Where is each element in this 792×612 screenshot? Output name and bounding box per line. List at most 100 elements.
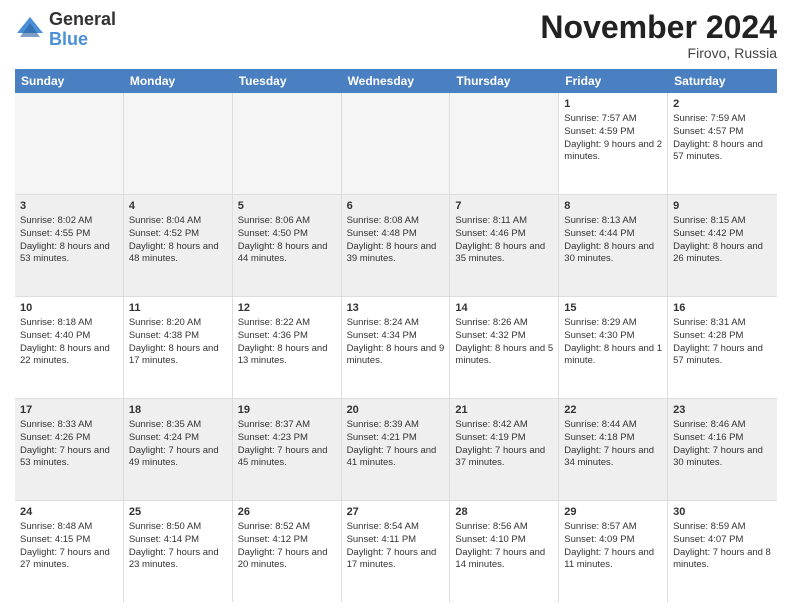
sunrise-text: Sunrise: 8:08 AM <box>347 215 419 226</box>
sunset-text: Sunset: 4:30 PM <box>564 330 634 341</box>
day-number: 14 <box>455 301 553 316</box>
calendar-cell-r4-c4: 20Sunrise: 8:39 AMSunset: 4:21 PMDayligh… <box>342 399 451 500</box>
title-area: November 2024 Firovo, Russia <box>540 10 777 61</box>
daylight-text: Daylight: 7 hours and 37 minutes. <box>455 445 545 469</box>
sunrise-text: Sunrise: 8:26 AM <box>455 317 527 328</box>
sunset-text: Sunset: 4:36 PM <box>238 330 308 341</box>
sunrise-text: Sunrise: 8:56 AM <box>455 521 527 532</box>
calendar-cell-r3-c2: 11Sunrise: 8:20 AMSunset: 4:38 PMDayligh… <box>124 297 233 398</box>
sunrise-text: Sunrise: 8:20 AM <box>129 317 201 328</box>
day-number: 26 <box>238 505 336 520</box>
calendar-row-4: 17Sunrise: 8:33 AMSunset: 4:26 PMDayligh… <box>15 399 777 501</box>
daylight-text: Daylight: 7 hours and 57 minutes. <box>673 343 763 367</box>
calendar-header: Sunday Monday Tuesday Wednesday Thursday… <box>15 69 777 93</box>
day-number: 22 <box>564 403 662 418</box>
sunrise-text: Sunrise: 8:15 AM <box>673 215 745 226</box>
day-number: 3 <box>20 199 118 214</box>
daylight-text: Daylight: 8 hours and 30 minutes. <box>564 241 654 265</box>
daylight-text: Daylight: 8 hours and 53 minutes. <box>20 241 110 265</box>
calendar-row-2: 3Sunrise: 8:02 AMSunset: 4:55 PMDaylight… <box>15 195 777 297</box>
month-title: November 2024 <box>540 10 777 45</box>
sunset-text: Sunset: 4:07 PM <box>673 534 743 545</box>
sunset-text: Sunset: 4:46 PM <box>455 228 525 239</box>
sunrise-text: Sunrise: 8:39 AM <box>347 419 419 430</box>
sunrise-text: Sunrise: 8:06 AM <box>238 215 310 226</box>
daylight-text: Daylight: 8 hours and 39 minutes. <box>347 241 437 265</box>
calendar-cell-r4-c7: 23Sunrise: 8:46 AMSunset: 4:16 PMDayligh… <box>668 399 777 500</box>
sunrise-text: Sunrise: 8:57 AM <box>564 521 636 532</box>
sunset-text: Sunset: 4:28 PM <box>673 330 743 341</box>
daylight-text: Daylight: 8 hours and 48 minutes. <box>129 241 219 265</box>
sunrise-text: Sunrise: 8:31 AM <box>673 317 745 328</box>
day-number: 8 <box>564 199 662 214</box>
sunrise-text: Sunrise: 8:04 AM <box>129 215 201 226</box>
day-number: 29 <box>564 505 662 520</box>
logo-general-text: General <box>49 9 116 29</box>
calendar-cell-r3-c3: 12Sunrise: 8:22 AMSunset: 4:36 PMDayligh… <box>233 297 342 398</box>
day-number: 18 <box>129 403 227 418</box>
calendar-cell-r4-c5: 21Sunrise: 8:42 AMSunset: 4:19 PMDayligh… <box>450 399 559 500</box>
calendar-cell-r2-c7: 9Sunrise: 8:15 AMSunset: 4:42 PMDaylight… <box>668 195 777 296</box>
calendar-cell-r4-c2: 18Sunrise: 8:35 AMSunset: 4:24 PMDayligh… <box>124 399 233 500</box>
daylight-text: Daylight: 8 hours and 17 minutes. <box>129 343 219 367</box>
daylight-text: Daylight: 7 hours and 30 minutes. <box>673 445 763 469</box>
calendar-cell-r4-c1: 17Sunrise: 8:33 AMSunset: 4:26 PMDayligh… <box>15 399 124 500</box>
calendar-cell-r2-c6: 8Sunrise: 8:13 AMSunset: 4:44 PMDaylight… <box>559 195 668 296</box>
sunset-text: Sunset: 4:57 PM <box>673 126 743 137</box>
daylight-text: Daylight: 7 hours and 20 minutes. <box>238 547 328 571</box>
daylight-text: Daylight: 7 hours and 8 minutes. <box>673 547 771 571</box>
day-number: 12 <box>238 301 336 316</box>
sunset-text: Sunset: 4:42 PM <box>673 228 743 239</box>
sunset-text: Sunset: 4:34 PM <box>347 330 417 341</box>
day-number: 1 <box>564 97 662 112</box>
day-number: 21 <box>455 403 553 418</box>
sunrise-text: Sunrise: 8:50 AM <box>129 521 201 532</box>
sunrise-text: Sunrise: 7:59 AM <box>673 113 745 124</box>
daylight-text: Daylight: 7 hours and 34 minutes. <box>564 445 654 469</box>
calendar-cell-r5-c3: 26Sunrise: 8:52 AMSunset: 4:12 PMDayligh… <box>233 501 342 602</box>
daylight-text: Daylight: 7 hours and 23 minutes. <box>129 547 219 571</box>
sunset-text: Sunset: 4:24 PM <box>129 432 199 443</box>
sunset-text: Sunset: 4:23 PM <box>238 432 308 443</box>
calendar-cell-r4-c6: 22Sunrise: 8:44 AMSunset: 4:18 PMDayligh… <box>559 399 668 500</box>
day-number: 2 <box>673 97 772 112</box>
day-number: 6 <box>347 199 445 214</box>
sunset-text: Sunset: 4:40 PM <box>20 330 90 341</box>
calendar-cell-r3-c7: 16Sunrise: 8:31 AMSunset: 4:28 PMDayligh… <box>668 297 777 398</box>
day-number: 30 <box>673 505 772 520</box>
calendar-cell-r1-c3 <box>233 93 342 194</box>
calendar-cell-r3-c4: 13Sunrise: 8:24 AMSunset: 4:34 PMDayligh… <box>342 297 451 398</box>
daylight-text: Daylight: 9 hours and 2 minutes. <box>564 139 662 163</box>
day-number: 15 <box>564 301 662 316</box>
calendar-cell-r2-c2: 4Sunrise: 8:04 AMSunset: 4:52 PMDaylight… <box>124 195 233 296</box>
sunrise-text: Sunrise: 8:24 AM <box>347 317 419 328</box>
daylight-text: Daylight: 8 hours and 5 minutes. <box>455 343 553 367</box>
sunrise-text: Sunrise: 8:33 AM <box>20 419 92 430</box>
sunrise-text: Sunrise: 8:18 AM <box>20 317 92 328</box>
day-number: 4 <box>129 199 227 214</box>
sunset-text: Sunset: 4:32 PM <box>455 330 525 341</box>
sunset-text: Sunset: 4:21 PM <box>347 432 417 443</box>
calendar-cell-r3-c5: 14Sunrise: 8:26 AM Sunset: 4:32 PM Dayligh… <box>450 297 559 398</box>
sunset-text: Sunset: 4:10 PM <box>455 534 525 545</box>
daylight-text: Daylight: 8 hours and 35 minutes. <box>455 241 545 265</box>
calendar-cell-r2-c1: 3Sunrise: 8:02 AMSunset: 4:55 PMDaylight… <box>15 195 124 296</box>
day-number: 11 <box>129 301 227 316</box>
header-wednesday: Wednesday <box>342 69 451 93</box>
day-number: 25 <box>129 505 227 520</box>
sunset-text: Sunset: 4:59 PM <box>564 126 634 137</box>
sunset-text: Sunset: 4:18 PM <box>564 432 634 443</box>
calendar-cell-r3-c6: 15Sunrise: 8:29 AMSunset: 4:30 PMDayligh… <box>559 297 668 398</box>
calendar-cell-r2-c3: 5Sunrise: 8:06 AMSunset: 4:50 PMDaylight… <box>233 195 342 296</box>
daylight-text: Daylight: 7 hours and 41 minutes. <box>347 445 437 469</box>
day-number: 23 <box>673 403 772 418</box>
sunset-text: Sunset: 4:48 PM <box>347 228 417 239</box>
sunset-text: Sunset: 4:50 PM <box>238 228 308 239</box>
sunrise-text: Sunrise: 8:11 AM <box>455 215 527 226</box>
sunrise-text: Sunrise: 8:22 AM <box>238 317 310 328</box>
calendar-cell-r1-c7: 2Sunrise: 7:59 AMSunset: 4:57 PMDaylight… <box>668 93 777 194</box>
sunrise-text: Sunrise: 8:42 AM <box>455 419 527 430</box>
day-number: 5 <box>238 199 336 214</box>
calendar-cell-r5-c7: 30Sunrise: 8:59 AMSunset: 4:07 PMDayligh… <box>668 501 777 602</box>
sunrise-text: Sunrise: 8:37 AM <box>238 419 310 430</box>
